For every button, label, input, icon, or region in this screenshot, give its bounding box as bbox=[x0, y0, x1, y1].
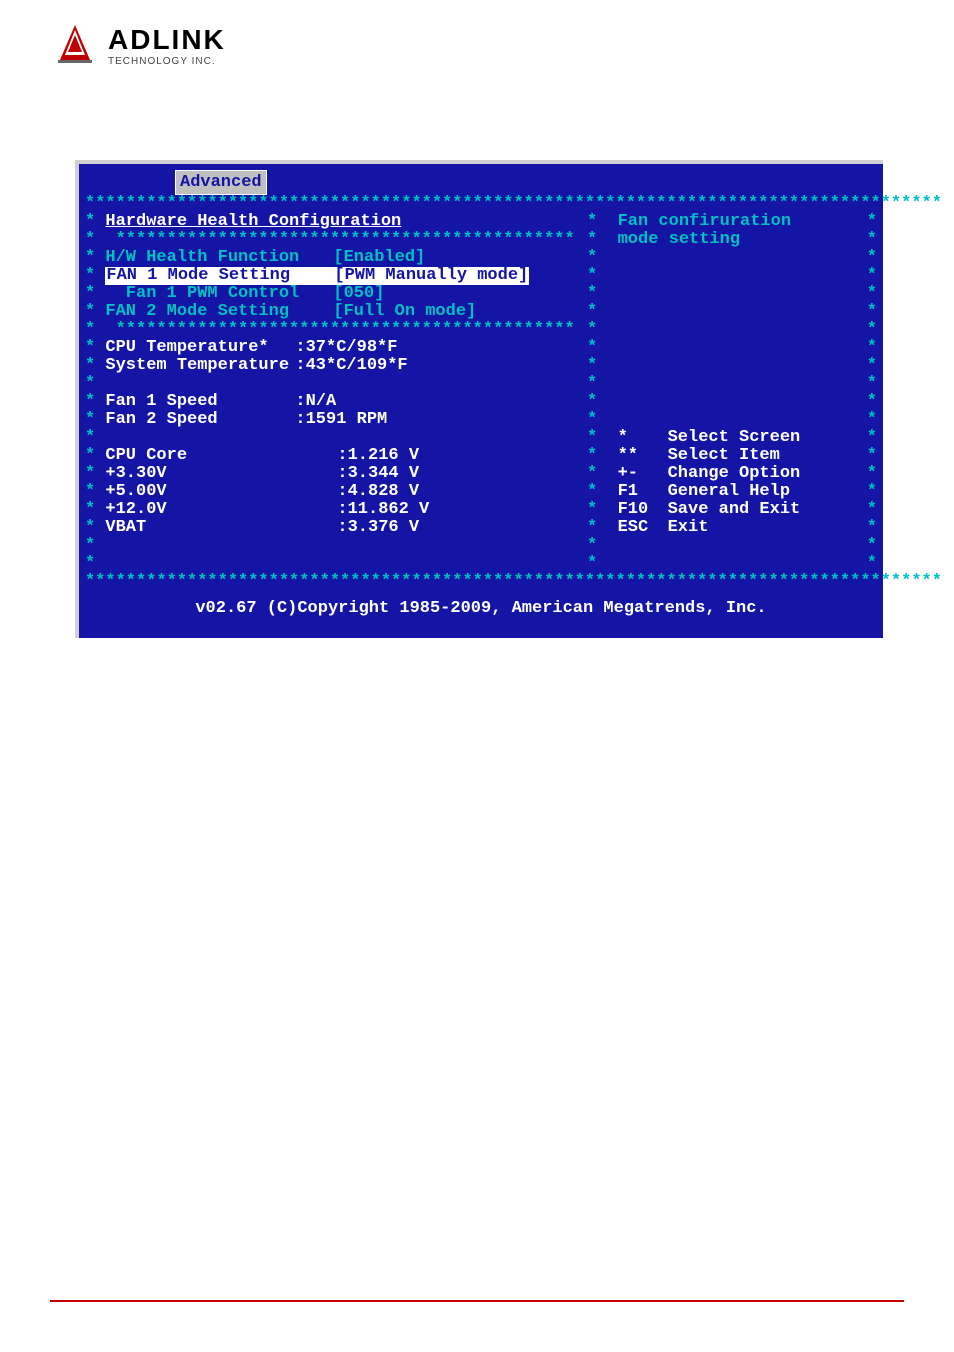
help-title-2: mode setting bbox=[618, 231, 740, 249]
nav-help-change-option: * +- Change Option * bbox=[587, 465, 877, 483]
label: Fan 1 Speed bbox=[105, 393, 295, 411]
nav-help-general-help: * F1 General Help * bbox=[587, 483, 877, 501]
value: :N/A bbox=[295, 393, 336, 411]
reading-cpu-core: * CPU Core :1.216 V bbox=[85, 447, 575, 465]
logo-main: ADLINK bbox=[108, 24, 226, 56]
label: +3.30V bbox=[105, 465, 337, 483]
nav-help-select-item: * ** Select Item * bbox=[587, 447, 877, 465]
section-title: Hardware Health Configuration bbox=[105, 213, 401, 231]
help-title-1: Fan confiruration bbox=[618, 213, 791, 231]
setting-fan1-pwm[interactable]: * Fan 1 PWM Control [050] bbox=[85, 285, 575, 303]
nav-help-exit: * ESC Exit * bbox=[587, 519, 877, 537]
label: H/W Health Function bbox=[105, 249, 333, 267]
value: [Full On mode] bbox=[333, 303, 476, 321]
logo-text: ADLINK TECHNOLOGY INC. bbox=[108, 24, 226, 67]
setting-fan2-mode[interactable]: * FAN 2 Mode Setting [Full On mode] bbox=[85, 303, 575, 321]
bios-right-pane: * Fan confiruration * * mode setting * *… bbox=[575, 213, 877, 573]
label: +5.00V bbox=[105, 483, 337, 501]
logo-sub: TECHNOLOGY INC. bbox=[108, 56, 226, 67]
bios-left-pane: * Hardware Health Configuration * ******… bbox=[85, 213, 575, 573]
adlink-logo: ADLINK TECHNOLOGY INC. bbox=[50, 20, 226, 70]
label: Fan 2 Speed bbox=[105, 411, 295, 429]
value: :4.828 V bbox=[337, 483, 419, 501]
setting-hw-health[interactable]: * H/W Health Function [Enabled] bbox=[85, 249, 575, 267]
logo-icon bbox=[50, 20, 100, 70]
reading-fan2: * Fan 2 Speed :1591 RPM bbox=[85, 411, 575, 429]
value: :37*C/98*F bbox=[295, 339, 397, 357]
reading-5v: * +5.00V :4.828 V bbox=[85, 483, 575, 501]
reading-12v: * +12.0V :11.862 V bbox=[85, 501, 575, 519]
value: :11.862 V bbox=[337, 501, 429, 519]
value: :3.344 V bbox=[337, 465, 419, 483]
label: CPU Temperature* bbox=[105, 339, 295, 357]
divider: ****************************************… bbox=[85, 573, 877, 591]
bios-tab-row: Advanced bbox=[85, 170, 877, 195]
value: [050] bbox=[333, 285, 384, 303]
reading-sys-temp: * System Temperature :43*C/109*F bbox=[85, 357, 575, 375]
label: FAN 1 Mode Setting bbox=[105, 267, 333, 285]
reading-fan1: * Fan 1 Speed :N/A bbox=[85, 393, 575, 411]
nav-help-select-screen: * * Select Screen * bbox=[587, 429, 877, 447]
bios-screen: Advanced *******************************… bbox=[75, 160, 883, 638]
reading-cpu-temp: * CPU Temperature* :37*C/98*F bbox=[85, 339, 575, 357]
label: FAN 2 Mode Setting bbox=[105, 303, 333, 321]
reading-3v: * +3.30V :3.344 V bbox=[85, 465, 575, 483]
value: :1.216 V bbox=[337, 447, 419, 465]
label: Fan 1 PWM Control bbox=[105, 285, 333, 303]
value: [Enabled] bbox=[333, 249, 425, 267]
value: [PWM Manually mode] bbox=[333, 267, 529, 285]
setting-fan1-mode[interactable]: * FAN 1 Mode Setting [PWM Manually mode] bbox=[85, 267, 575, 285]
divider: ****************************************… bbox=[85, 195, 877, 213]
value: :3.376 V bbox=[337, 519, 419, 537]
reading-vbat: * VBAT :3.376 V bbox=[85, 519, 575, 537]
label: +12.0V bbox=[105, 501, 337, 519]
label: CPU Core bbox=[105, 447, 337, 465]
value: :1591 RPM bbox=[295, 411, 387, 429]
label: VBAT bbox=[105, 519, 337, 537]
bios-footer: v02.67 (C)Copyright 1985-2009, American … bbox=[85, 591, 877, 632]
value: :43*C/109*F bbox=[295, 357, 407, 375]
label: System Temperature bbox=[105, 357, 295, 375]
page-footer-line bbox=[50, 1300, 904, 1302]
tab-advanced[interactable]: Advanced bbox=[175, 170, 267, 195]
nav-help-save-exit: * F10 Save and Exit * bbox=[587, 501, 877, 519]
